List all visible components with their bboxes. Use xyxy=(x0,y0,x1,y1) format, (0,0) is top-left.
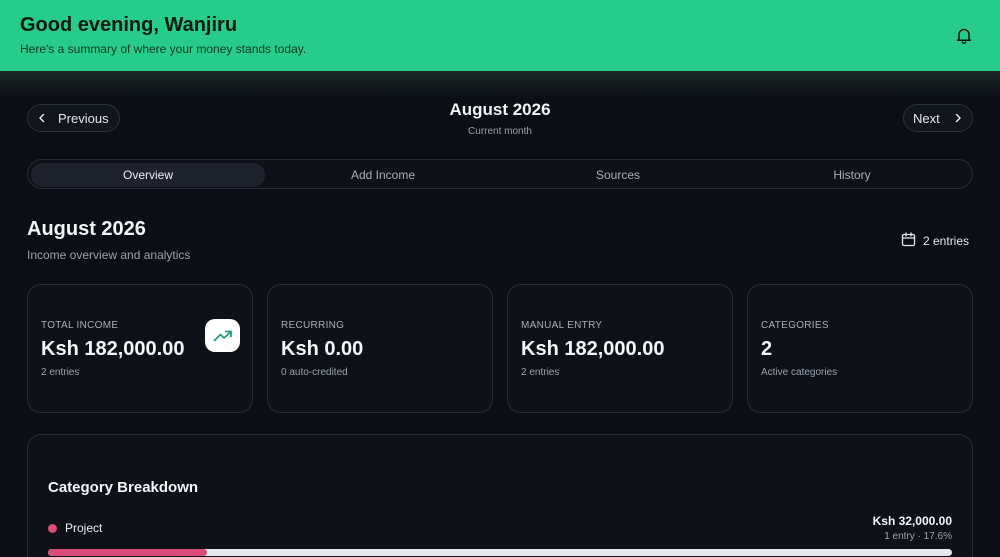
next-label: Next xyxy=(913,110,940,126)
overview-title: August 2026 xyxy=(27,218,146,240)
bell-icon[interactable] xyxy=(952,23,976,47)
stat-label: MANUAL ENTRY xyxy=(521,320,603,331)
tab-history[interactable]: History xyxy=(735,163,969,187)
stat-card-categories: CATEGORIES 2 Active categories xyxy=(747,284,973,413)
stat-card-manual-entry: MANUAL ENTRY Ksh 182,000.00 2 entries xyxy=(507,284,733,413)
entries-label: 2 entries xyxy=(923,234,970,248)
current-month-caption: Current month xyxy=(468,126,532,137)
category-name: Project xyxy=(65,521,103,535)
entries-count: 2 entries xyxy=(901,232,969,250)
stat-card-recurring: RECURRING Ksh 0.00 0 auto-credited xyxy=(267,284,493,413)
category-breakdown-title: Category Breakdown xyxy=(48,479,199,496)
category-progress-track xyxy=(48,549,952,556)
next-month-button[interactable]: Next xyxy=(903,104,973,132)
trending-up-icon xyxy=(205,319,240,352)
stat-note: Active categories xyxy=(761,367,838,378)
header-bar: Good evening, Wanjiru Here's a summary o… xyxy=(0,0,1000,97)
greeting-title: Good evening, Wanjiru xyxy=(20,14,238,36)
stat-card-total-income: TOTAL INCOME Ksh 182,000.00 2 entries xyxy=(27,284,253,413)
category-progress-fill xyxy=(48,549,208,556)
tab-sources[interactable]: Sources xyxy=(501,163,735,187)
stat-note: 0 auto-credited xyxy=(281,367,348,378)
stat-label: TOTAL INCOME xyxy=(41,320,119,331)
stat-value: 2 xyxy=(761,338,773,360)
tab-overview[interactable]: Overview xyxy=(31,163,265,187)
stat-value: Ksh 0.00 xyxy=(281,338,364,360)
stat-note: 2 entries xyxy=(41,367,80,378)
overview-subtitle: Income overview and analytics xyxy=(27,248,191,262)
stat-label: CATEGORIES xyxy=(761,320,829,331)
category-breakdown-panel: Category Breakdown Project Ksh 32,000.00… xyxy=(27,434,973,557)
category-meta: 1 entry · 17.6% xyxy=(884,531,952,542)
greeting-subtitle: Here's a summary of where your money sta… xyxy=(20,42,307,56)
stat-label: RECURRING xyxy=(281,320,345,331)
stat-note: 2 entries xyxy=(521,367,560,378)
category-amount: Ksh 32,000.00 xyxy=(872,514,952,528)
current-month-title: August 2026 xyxy=(449,100,551,119)
category-color-dot xyxy=(48,524,57,533)
tab-add-income[interactable]: Add Income xyxy=(266,163,500,187)
tab-bar: Overview Add Income Sources History xyxy=(27,159,973,189)
stat-value: Ksh 182,000.00 xyxy=(41,338,185,360)
calendar-icon xyxy=(901,232,916,250)
chevron-right-icon xyxy=(954,111,962,126)
stat-value: Ksh 182,000.00 xyxy=(521,338,665,360)
